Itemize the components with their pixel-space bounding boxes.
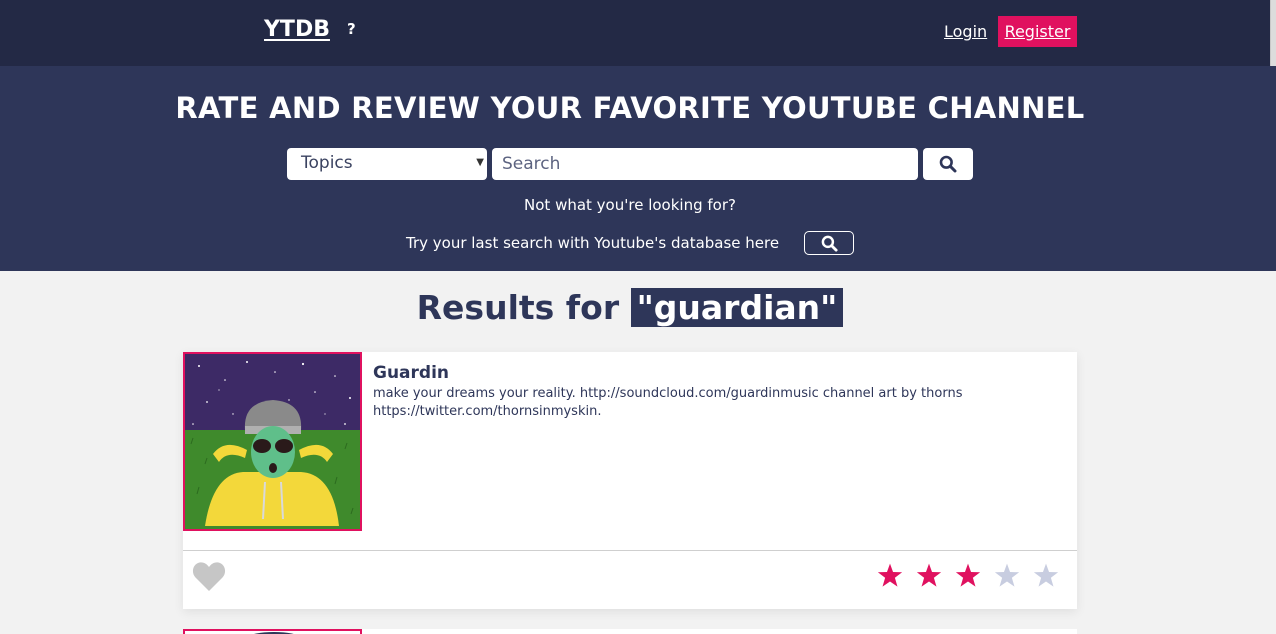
star-icon [994,563,1019,587]
not-found-hint: Not what you're looking for? [524,196,736,214]
star-5[interactable] [1030,560,1061,590]
results-query: "guardian" [630,288,844,327]
rating-stars [874,560,1061,590]
help-link[interactable]: ? [347,20,356,38]
brand-logo-link[interactable]: YTDB [264,17,330,42]
card-divider [183,550,1077,551]
heart-icon [192,562,226,591]
search-icon [939,155,957,173]
login-link[interactable]: Login [944,22,987,41]
hero-title: RATE AND REVIEW YOUR FAVORITE YOUTUBE CH… [175,91,1085,125]
youtube-search-hint: Try your last search with Youtube's data… [406,234,780,252]
channel-thumbnail[interactable] [183,629,362,634]
scrollbar-thumb[interactable] [1270,0,1276,66]
star-1[interactable] [874,560,905,590]
dropdown-caret-icon: ▼ [476,157,484,168]
star-3[interactable] [952,560,983,590]
channel-card: Guardin make your dreams your reality. h… [183,352,1077,609]
results-prefix: Results for [416,288,620,327]
results-heading: Results for "guardian" [0,288,1260,327]
channel-title[interactable]: Guardin [373,363,449,383]
star-icon [955,563,980,587]
channel-avatar-image [185,354,360,529]
channel-thumbnail[interactable] [183,352,362,531]
topics-dropdown[interactable]: Topics ▼ [287,148,487,180]
search-button[interactable] [923,148,973,180]
topics-selected-value: Topics [301,153,353,173]
youtube-search-button[interactable] [804,231,854,255]
star-icon [877,563,902,587]
star-2[interactable] [913,560,944,590]
register-button[interactable]: Register [998,16,1077,47]
search-input[interactable] [492,148,918,180]
hero-section: RATE AND REVIEW YOUR FAVORITE YOUTUBE CH… [0,66,1276,271]
star-4[interactable] [991,560,1022,590]
star-icon [916,563,941,587]
star-icon [1033,563,1058,587]
search-icon [821,235,838,252]
channel-card [183,629,1077,634]
top-navbar: YTDB ? Login Register [0,0,1270,66]
favorite-button[interactable] [192,561,226,596]
channel-description: make your dreams your reality. http://so… [373,386,963,419]
